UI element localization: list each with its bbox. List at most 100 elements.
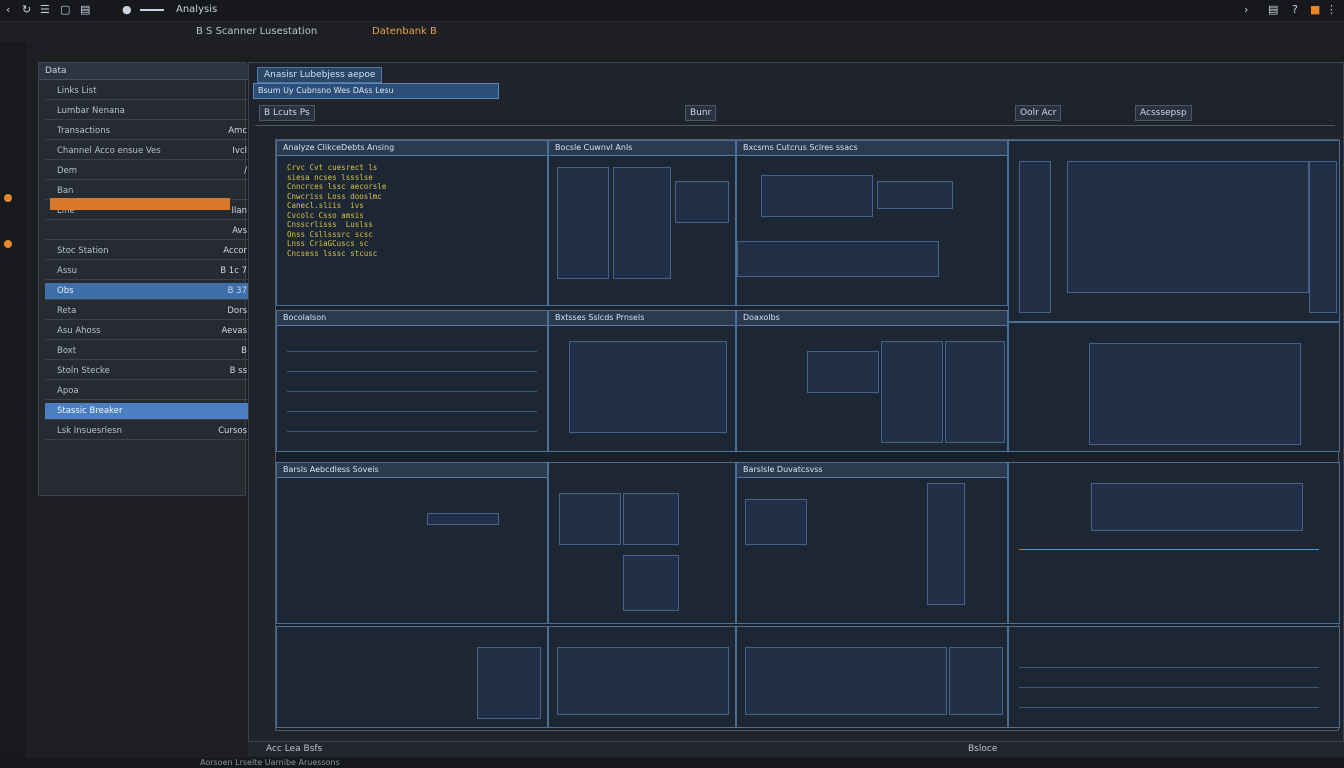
list-pane <box>1019 161 1051 313</box>
sidebar-item[interactable]: Transactions Amc <box>45 123 253 140</box>
editor-pane <box>761 175 873 217</box>
toolbar: B Lcuts Ps Bunr Oolr Acr Acsssepsp <box>255 101 1335 126</box>
panel-title: Bxtsses Sslcds Prnsels <box>549 311 735 326</box>
folder-icon[interactable]: ▤ <box>80 4 90 16</box>
list-pane <box>623 555 679 611</box>
mic-icon[interactable]: ● <box>122 4 132 16</box>
row-line <box>287 391 537 392</box>
sidebar-item[interactable]: Apoa <box>45 383 253 400</box>
panel-title: Barsls Aebcdless Soveis <box>277 463 547 478</box>
preview-pane <box>1067 161 1309 293</box>
output-pane <box>737 241 939 277</box>
sidebar-item-label: Transactions <box>57 126 111 136</box>
panel[interactable]: Bocsle Cuwnvl Anls <box>548 140 736 306</box>
window-icon[interactable]: ▢ <box>60 4 70 16</box>
more-icon[interactable]: ⋮ <box>1326 4 1337 16</box>
chevron-right-icon[interactable]: › <box>1244 4 1254 16</box>
sidebar-item-value: Aevas <box>221 326 247 336</box>
sidebar-item[interactable]: Boxt B <box>45 343 253 360</box>
panel[interactable] <box>1008 626 1340 728</box>
panel[interactable] <box>548 462 736 624</box>
breadcrumb: B S Scanner Lusestation Datenbank B <box>0 22 1344 42</box>
status-right: Bsloce <box>968 744 998 754</box>
sidebar-item[interactable]: Stoln Stecke B ss <box>45 363 253 380</box>
sidebar-item[interactable]: Obs B 37 <box>45 283 253 300</box>
panel[interactable] <box>1008 322 1340 452</box>
panel[interactable]: Bocolalson <box>276 310 548 452</box>
panel[interactable] <box>276 626 548 728</box>
address-bar[interactable]: Bsum Uy Cubnsno Wes DAss Lesu <box>253 83 499 99</box>
editor-pane <box>557 647 729 715</box>
app-icon[interactable]: ■ <box>1310 4 1320 16</box>
sidebar-item[interactable]: Reta Dors <box>45 303 253 320</box>
sidebar-item[interactable]: Assu B 1c 7 <box>45 263 253 280</box>
breadcrumb-right[interactable]: Datenbank B <box>372 26 437 37</box>
row-line <box>287 371 537 372</box>
tab-analysis[interactable]: Anasisr Lubebjess aepoe <box>257 67 383 83</box>
list-pane <box>1309 161 1337 313</box>
preview-pane <box>1089 343 1301 445</box>
toolbar-label[interactable]: Acsssepsp <box>1135 105 1192 121</box>
highlight-row <box>427 513 499 525</box>
preview-pane <box>1091 483 1303 531</box>
toolbar-label[interactable]: Oolr Acr <box>1015 105 1062 121</box>
list-pane <box>881 341 943 443</box>
activity-bar <box>0 42 26 758</box>
status-dot <box>4 194 12 202</box>
status-bar: Acc Lea Bsfs Bsloce <box>248 742 1344 756</box>
breadcrumb-left[interactable]: B S Scanner Lusestation <box>196 26 317 37</box>
panel[interactable] <box>548 626 736 728</box>
panel[interactable]: Barslsle Duvatcsvss <box>736 462 1008 624</box>
row-line <box>1019 707 1319 708</box>
refresh-icon[interactable]: ↻ <box>22 4 32 16</box>
slider-bar[interactable] <box>140 9 164 11</box>
sidebar-item-label: Boxt <box>57 346 77 356</box>
sidebar-item[interactable]: Lumbar Nenana <box>45 103 253 120</box>
editor-pane <box>745 647 947 715</box>
sidebar-item[interactable]: Stoc Station Accor <box>45 243 253 260</box>
panel[interactable] <box>736 626 1008 728</box>
panel[interactable]: Bxtsses Sslcds Prnsels <box>548 310 736 452</box>
sidebar-item[interactable]: Stassic Breaker <box>45 403 253 420</box>
toolbar-label[interactable]: B Lcuts Ps <box>259 105 315 121</box>
sidebar-title[interactable]: Data <box>39 63 251 80</box>
editor-pane <box>569 341 727 433</box>
sidebar-item[interactable]: Lsk Insuesrlesn Cursos <box>45 423 253 440</box>
sidebar-item[interactable]: Asu Ahoss Aevas <box>45 323 253 340</box>
tab-bar: Anasisr Lubebjess aepoe <box>257 67 677 83</box>
folder-icon[interactable]: ▤ <box>1268 4 1278 16</box>
accent-line <box>1019 549 1319 550</box>
sidebar-item[interactable]: Links List <box>45 83 253 100</box>
detail-pane <box>877 181 953 209</box>
row-line <box>1019 667 1319 668</box>
sidebar-item[interactable]: Channel Acco ensue Ves Ivcl <box>45 143 253 160</box>
panel[interactable]: Bxcsms Cutcrus Sclres ssacs <box>736 140 1008 306</box>
menu-icon[interactable]: ☰ <box>40 4 50 16</box>
panel[interactable] <box>1008 462 1340 624</box>
sidebar-item-label: Ban <box>57 186 74 196</box>
status-dot <box>4 240 12 248</box>
sidebar-item-value: Dors <box>227 306 247 316</box>
sidebar-item-value: B 1c 7 <box>220 266 247 276</box>
row-line <box>287 351 537 352</box>
back-icon[interactable]: ‹ <box>6 4 16 16</box>
panel[interactable]: Analyze ClikceDebts Ansing Crvc Cvt cues… <box>276 140 548 306</box>
panel-title: Bxcsms Cutcrus Sclres ssacs <box>737 141 1007 156</box>
list-pane <box>927 483 965 605</box>
toolbar-label[interactable]: Bunr <box>685 105 717 121</box>
list-pane <box>623 493 679 545</box>
sidebar-item-label: Stassic Breaker <box>57 406 123 416</box>
main-window: Anasisr Lubebjess aepoe Bsum Uy Cubnsno … <box>248 62 1344 742</box>
panel[interactable]: Doaxolbs <box>736 310 1008 452</box>
sidebar-item-label: Stoc Station <box>57 246 109 256</box>
list-pane <box>613 167 671 279</box>
detail-pane <box>675 181 729 223</box>
help-icon[interactable]: ? <box>1292 4 1302 16</box>
sidebar-item[interactable]: Avs <box>45 223 253 240</box>
sidebar-item[interactable]: Dem / <box>45 163 253 180</box>
sidebar-item-value: Ivcl <box>232 146 247 156</box>
list-pane <box>559 493 621 545</box>
panel-title: Barslsle Duvatcsvss <box>737 463 1007 478</box>
panel[interactable]: Barsls Aebcdless Soveis <box>276 462 548 624</box>
panel[interactable] <box>1008 140 1340 322</box>
